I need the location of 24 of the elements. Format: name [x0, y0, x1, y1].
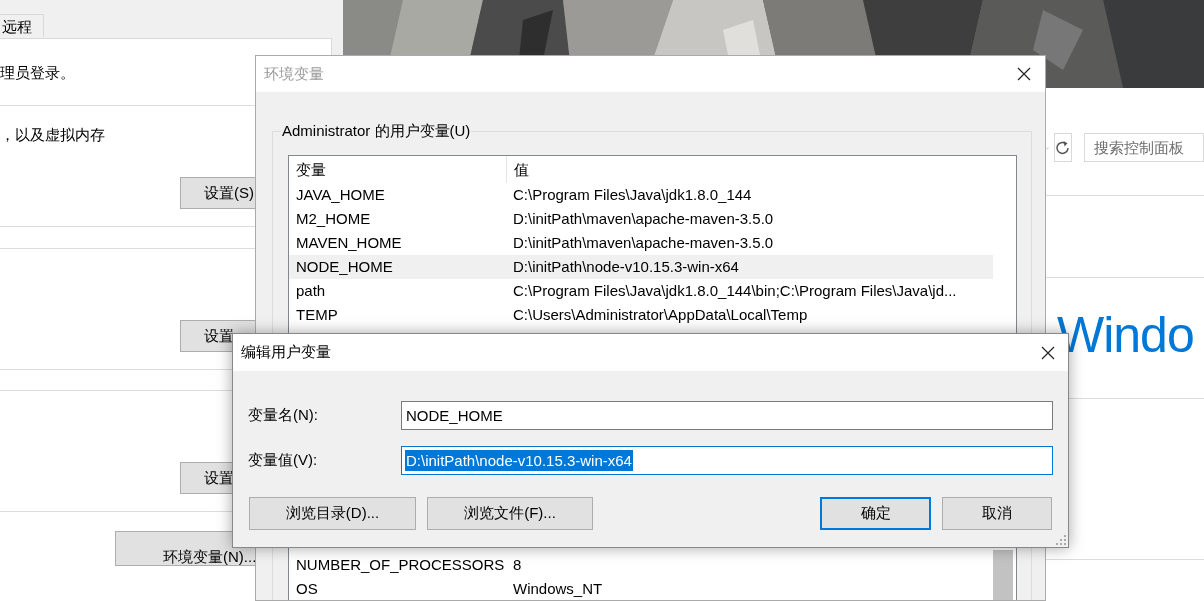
window-title: 环境变量 [264, 64, 324, 84]
list-cell-text: D:\initPath\maven\apache-maven-3.5.0 [512, 209, 774, 229]
list-cell-text: NUMBER_OF_PROCESSORS [295, 555, 506, 575]
list-cell-text: MAVEN_HOME [295, 233, 403, 253]
description-text: 理员登录。 [0, 63, 75, 83]
list-cell-text: path [295, 281, 327, 301]
dialog-title: 编辑用户变量 [241, 343, 331, 362]
heading: Windo [1057, 310, 1194, 360]
group-label: Administrator 的用户变量(U) [281, 121, 472, 141]
list-cell-text: NODE_HOME [295, 257, 394, 277]
list-cell-text: C:\Program Files\Java\jdk1.8.0_144\bin;C:\Program Files\Java\jd... [512, 281, 957, 301]
list-cell-text: JAVA_HOME [295, 185, 386, 205]
field-label: 变量名(N): [248, 406, 319, 425]
field-label: 变量值(V): [248, 451, 319, 470]
list-cell-text: Windows_NT [512, 579, 603, 599]
list-cell-text: M2_HOME [295, 209, 372, 229]
description-text: ，以及虚拟内存 [0, 125, 105, 145]
list-cell-text: 8 [512, 555, 522, 575]
list-cell-text: TEMP [295, 305, 339, 325]
list-cell-text: D:\initPath\node-v10.15.3-win-x64 [512, 257, 739, 277]
list-cell-text: C:\Users\Administrator\AppData\Local\Temp [512, 305, 808, 325]
list-cell-text: OS [295, 579, 319, 599]
list-cell-text: C:\Program Files\Java\jdk1.8.0_144 [512, 185, 752, 205]
list-cell-text: D:\initPath\maven\apache-maven-3.5.0 [512, 233, 774, 253]
